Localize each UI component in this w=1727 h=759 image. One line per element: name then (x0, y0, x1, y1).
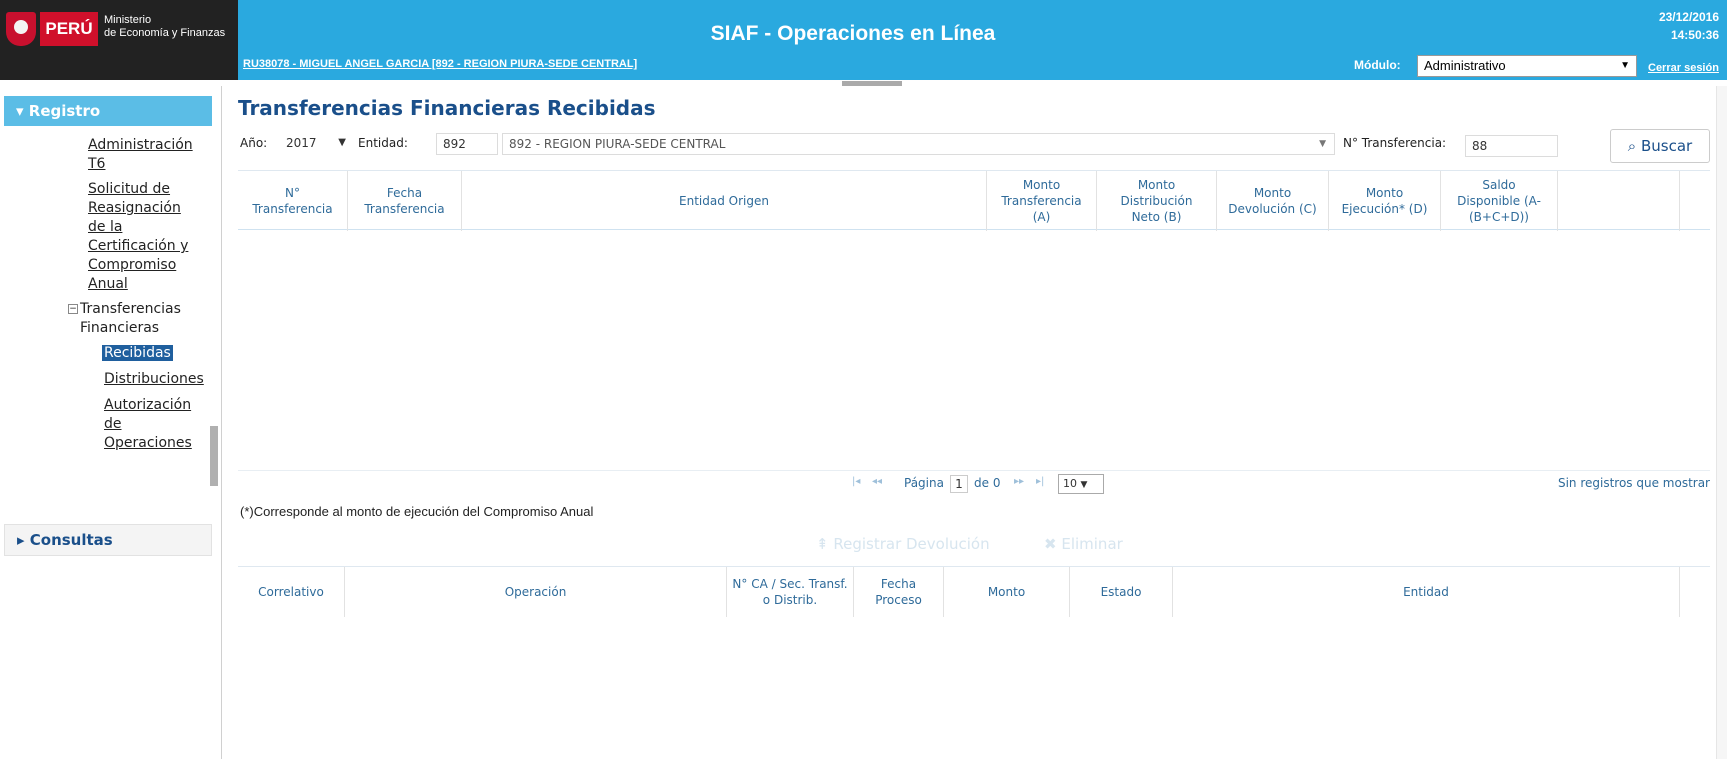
tree-item-solicitud-5[interactable]: Compromiso (88, 256, 176, 275)
col-header-entidad[interactable]: Entidad (1173, 567, 1680, 617)
prev-page-icon[interactable]: ◂◂ (872, 476, 882, 487)
col-header-monto-distribucion[interactable]: Monto Distribución Neto (B) (1097, 171, 1217, 231)
col-header-ntransferencia[interactable]: N° Transferencia (238, 171, 348, 231)
col-header-fecha-proceso[interactable]: Fecha Proceso (854, 567, 944, 617)
module-select[interactable]: Administrativo ▼ (1417, 55, 1637, 77)
tree-item-recibidas[interactable]: Recibidas (102, 344, 173, 363)
page-input[interactable]: 1 (950, 475, 968, 493)
collapse-icon[interactable]: − (68, 304, 78, 314)
logout-link[interactable]: Cerrar sesión (1648, 62, 1719, 74)
page-title: Transferencias Financieras Recibidas (238, 96, 656, 120)
dropdown-arrow-icon: ▼ (338, 137, 346, 148)
tree-item-autorizacion-2[interactable]: de (104, 415, 122, 434)
expand-arrow-icon: ▾ (16, 102, 29, 120)
operaciones-grid-header: Correlativo Operación N° CA / Sec. Trans… (238, 566, 1710, 617)
entidad-code-input[interactable]: 892 (436, 133, 498, 155)
header-splitter-handle[interactable] (842, 81, 902, 86)
entidad-name-select[interactable]: 892 - REGION PIURA-SEDE CENTRAL ▼ (502, 133, 1335, 155)
col-header-monto-ejecucion[interactable]: Monto Ejecución* (D) (1329, 171, 1441, 231)
first-page-icon[interactable]: |◂ (852, 476, 860, 487)
tree-item-distribuciones[interactable]: Distribuciones (104, 370, 204, 389)
no-records-text: Sin registros que mostrar (1557, 476, 1710, 490)
tree-item-solicitud[interactable]: Solicitud de (88, 180, 170, 199)
collapsed-arrow-icon: ▸ (17, 531, 30, 549)
tree-item-solicitud-6[interactable]: Anual (88, 275, 128, 294)
session-time: 14:50:36 (1670, 28, 1719, 42)
footnote: (*)Corresponde al monto de ejecución del… (240, 504, 594, 519)
dropdown-arrow-icon: ▼ (1620, 60, 1630, 71)
col-header-monto-transferencia[interactable]: Monto Transferencia (A) (987, 171, 1097, 231)
peru-shield-icon (6, 12, 36, 46)
col-header-fecha[interactable]: Fecha Transferencia (348, 171, 462, 231)
page-size-select[interactable]: 10 ▼ (1058, 474, 1104, 494)
sidebar-scrollbar[interactable] (210, 426, 218, 486)
app-header: PERÚ Ministerio de Economía y Finanzas S… (0, 0, 1727, 80)
register-icon: ⇞ (816, 535, 834, 553)
col-header-saldo-disponible[interactable]: Saldo Disponible (A- (B+C+D)) (1441, 171, 1558, 231)
transferencias-grid-header: N° Transferencia Fecha Transferencia Entid… (238, 170, 1710, 231)
registrar-devolucion-button[interactable]: ⇞ Registrar Devolución (816, 535, 990, 553)
user-info-link[interactable]: RU38078 - MIGUEL ANGEL GARCIA [892 - REG… (243, 58, 637, 70)
session-date: 23/12/2016 (1658, 10, 1719, 24)
col-header-operacion[interactable]: Operación (345, 567, 727, 617)
col-header-nca-sec[interactable]: N° CA / Sec. Transf. o Distrib. (727, 567, 854, 617)
entidad-label: Entidad: (358, 136, 408, 150)
ntransferencia-label: N° Transferencia: (1343, 136, 1447, 150)
dropdown-arrow-icon: ▼ (1319, 139, 1326, 149)
tree-item-autorizacion-3[interactable]: Operaciones (104, 434, 192, 453)
session-datetime: 23/12/2016 14:50:36 (1659, 8, 1719, 44)
next-page-icon[interactable]: ▸▸ (1014, 476, 1024, 487)
tree-folder-transferencias[interactable]: − Transferencias (68, 300, 181, 319)
ntransferencia-input[interactable]: 88 (1465, 135, 1558, 157)
pager-total: de 0 (974, 476, 1001, 490)
main-scrollbar[interactable] (1716, 86, 1727, 759)
accordion-registro[interactable]: ▾ Registro (4, 96, 212, 126)
col-header-estado[interactable]: Estado (1070, 567, 1173, 617)
eliminar-button[interactable]: ✖ Eliminar (1044, 535, 1123, 553)
tree-item-administracion-t6-2[interactable]: T6 (88, 155, 105, 174)
pager-label: Página (904, 476, 944, 490)
col-header-monto[interactable]: Monto (944, 567, 1070, 617)
last-page-icon[interactable]: ▸| (1036, 476, 1044, 487)
ministry-name: Ministerio de Economía y Finanzas (104, 14, 226, 39)
sidebar: ▾ Registro Administración T6 Solicitud d… (0, 86, 222, 759)
anio-label: Año: (240, 136, 268, 150)
module-label: Módulo: (1354, 58, 1401, 72)
pager: |◂ ◂◂ Página 1 de 0 ▸▸ ▸| 10 ▼ Sin regis… (238, 470, 1710, 496)
buscar-button[interactable]: ⌕ Buscar (1610, 129, 1710, 163)
tree-item-administracion-t6[interactable]: Administración (88, 136, 193, 155)
col-header-entidad-origen[interactable]: Entidad Origen (462, 171, 987, 231)
tree-item-solicitud-2[interactable]: Reasignación (88, 199, 181, 218)
accordion-consultas[interactable]: ▸ Consultas (4, 524, 212, 556)
col-header-blank (1558, 171, 1680, 231)
col-header-monto-devolucion[interactable]: Monto Devolución (C) (1217, 171, 1329, 231)
anio-select[interactable]: 2017 ▼ (280, 133, 352, 155)
search-icon: ⌕ (1627, 137, 1641, 155)
tree-item-solicitud-4[interactable]: Certificación y (88, 237, 188, 256)
col-header-correlativo[interactable]: Correlativo (238, 567, 345, 617)
ministry-logo: PERÚ Ministerio de Economía y Finanzas (0, 0, 238, 80)
tree-folder-transferencias-2: Financieras (80, 320, 160, 336)
dropdown-arrow-icon: ▼ (1080, 480, 1088, 490)
tree-item-solicitud-3[interactable]: de la (88, 218, 122, 237)
app-title: SIAF - Operaciones en Línea (710, 22, 996, 45)
peru-label: PERÚ (40, 12, 98, 46)
tree-item-autorizacion[interactable]: Autorización (104, 396, 191, 415)
delete-icon: ✖ (1044, 535, 1062, 553)
